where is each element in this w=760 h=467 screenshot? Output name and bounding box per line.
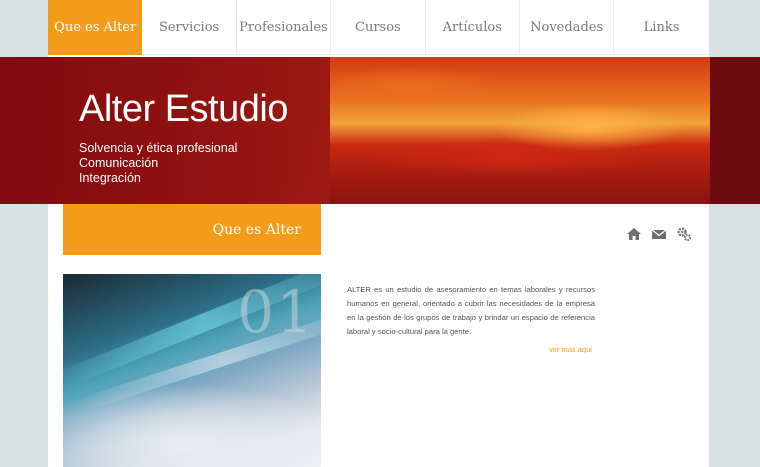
tagline-line: Comunicación: [79, 156, 159, 170]
read-more-link[interactable]: ver mas aqui: [549, 345, 592, 354]
hero-banner: Alter Estudio Solvencia y ética profesio…: [0, 57, 760, 204]
tagline-line: Integración: [79, 171, 141, 185]
mail-icon[interactable]: [651, 226, 667, 242]
nav-item-links[interactable]: Links: [614, 0, 708, 55]
nav-item-que-es-alter[interactable]: Que es Alter: [48, 0, 143, 55]
tagline-line: Solvencia y ética profesional: [79, 141, 238, 155]
banner-artwork: [330, 57, 710, 204]
section-title: Que es Alter: [63, 204, 321, 255]
utility-icons: [626, 226, 692, 242]
banner-tagline: Solvencia y ética profesional Comunicaci…: [79, 141, 237, 186]
nav-item-articulos[interactable]: Artículos: [426, 0, 520, 55]
nav-item-novedades[interactable]: Novedades: [520, 0, 615, 55]
main-navigation: Que es Alter Servicios Profesionales Cur…: [48, 0, 709, 55]
intro-paragraph: ALTER es un estudio de asesoramiento en …: [347, 285, 595, 336]
settings-icon[interactable]: [676, 226, 692, 242]
nav-item-cursos[interactable]: Cursos: [331, 0, 426, 55]
site-title: Alter Estudio: [79, 88, 288, 130]
nav-item-servicios[interactable]: Servicios: [142, 0, 237, 55]
banner-edge: [710, 57, 760, 204]
home-icon[interactable]: [626, 226, 642, 242]
feature-number: 01: [237, 278, 315, 346]
feature-image: 01: [63, 274, 321, 467]
nav-item-profesionales[interactable]: Profesionales: [237, 0, 332, 55]
